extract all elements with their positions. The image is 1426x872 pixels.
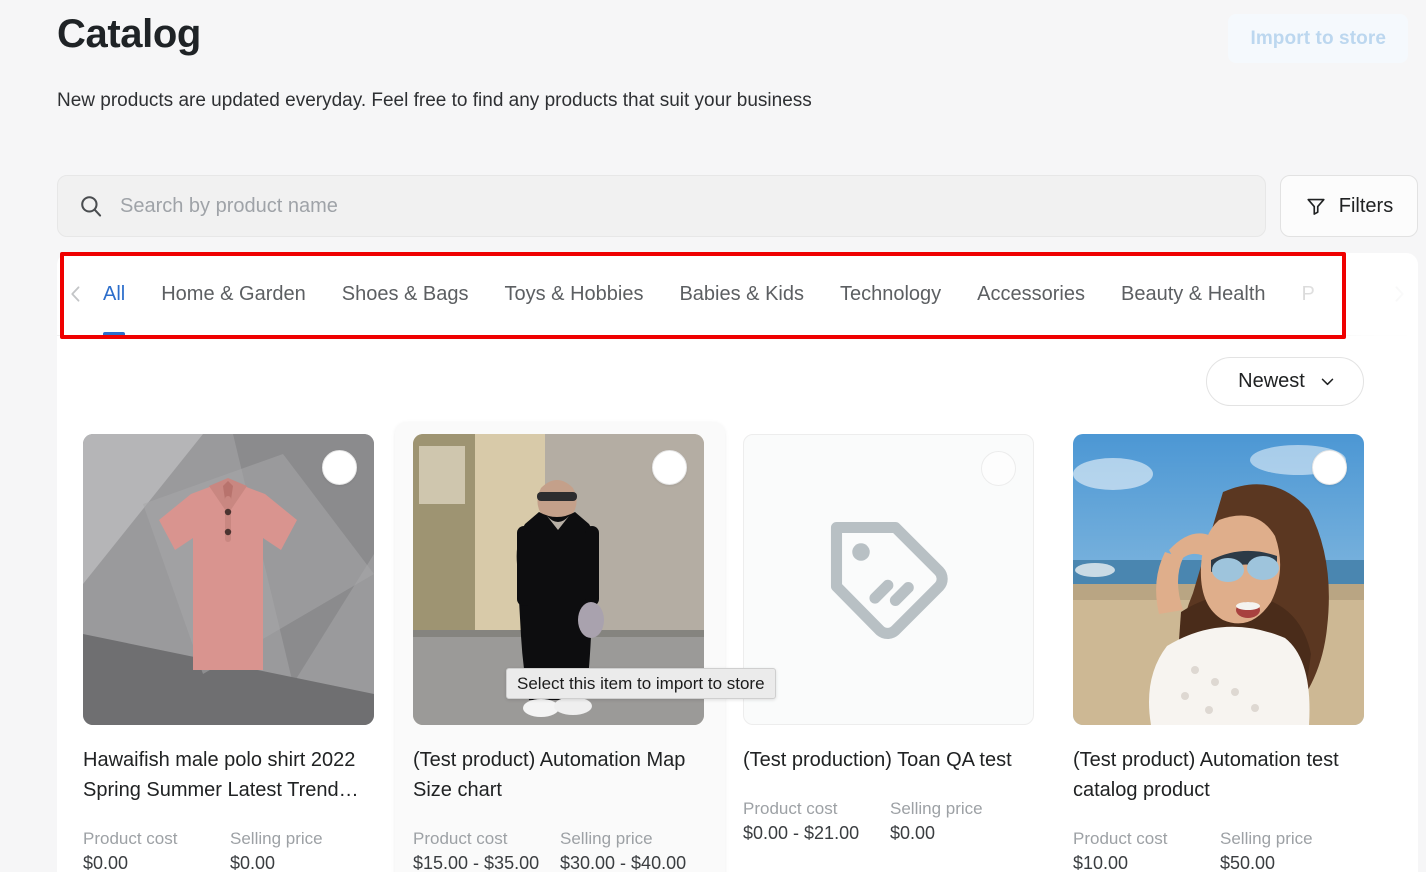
product-card[interactable]: (Test product) Automation test catalog p… [1055, 422, 1385, 872]
selling-price-column: Selling price$50.00 [1220, 827, 1367, 872]
product-cost-value: $0.00 - $21.00 [743, 821, 890, 846]
selling-price-value: $50.00 [1220, 851, 1367, 872]
filters-button[interactable]: Filters [1280, 175, 1418, 237]
product-card[interactable]: Hawaifish male polo shirt 2022 Spring Su… [65, 422, 395, 872]
product-title: (Test production) Toan QA test [743, 745, 1037, 775]
product-select-checkbox[interactable] [652, 450, 687, 485]
selling-price-value: $30.00 - $40.00 [560, 851, 707, 872]
chevron-right-icon [1389, 284, 1409, 304]
product-cost-label: Product cost [413, 827, 560, 851]
product-cost-column: Product cost$15.00 - $35.00 [413, 827, 560, 872]
selling-price-column: Selling price$0.00 [890, 797, 1037, 846]
product-cost-label: Product cost [743, 797, 890, 821]
product-card[interactable]: (Test production) Toan QA test Product co… [725, 422, 1055, 872]
selling-price-value: $0.00 [890, 821, 1037, 846]
selling-price-label: Selling price [1220, 827, 1367, 851]
filter-icon [1305, 195, 1327, 217]
import-to-store-button[interactable]: Import to store [1228, 14, 1408, 63]
sort-label: Newest [1238, 370, 1305, 393]
tab-accessories[interactable]: Accessories [959, 253, 1103, 336]
tab-all[interactable]: All [89, 253, 143, 336]
catalog-page: Catalog Import to store New products are… [0, 0, 1426, 872]
tab-toys-hobbies[interactable]: Toys & Hobbies [487, 253, 662, 336]
product-prices: Product cost$0.00Selling price$0.00 [83, 827, 377, 872]
search-box[interactable] [57, 175, 1266, 237]
tab-shoes-bags[interactable]: Shoes & Bags [324, 253, 487, 336]
product-select-checkbox[interactable] [322, 450, 357, 485]
product-select-checkbox[interactable] [981, 451, 1016, 486]
product-prices: Product cost$10.00Selling price$50.00 [1073, 827, 1367, 872]
selling-price-column: Selling price$30.00 - $40.00 [560, 827, 707, 872]
chevron-left-icon [66, 284, 86, 304]
tabs-scroller[interactable]: AllHome & GardenShoes & BagsToys & Hobbi… [89, 253, 1386, 336]
search-icon [78, 193, 104, 219]
catalog-panel: AllHome & GardenShoes & BagsToys & Hobbi… [57, 253, 1418, 872]
tab-home-garden[interactable]: Home & Garden [143, 253, 324, 336]
product-title: (Test product) Automation test catalog p… [1073, 745, 1367, 805]
product-thumbnail[interactable] [743, 434, 1034, 725]
placeholder-tag-icon [819, 510, 959, 650]
product-title: (Test product) Automation Map Size chart [413, 745, 707, 805]
product-thumbnail[interactable] [83, 434, 374, 725]
tab-babies-kids[interactable]: Babies & Kids [661, 253, 822, 336]
tabs-scroll-left-button[interactable] [63, 253, 89, 336]
selling-price-value: $0.00 [230, 851, 377, 872]
search-input[interactable] [120, 176, 1245, 236]
product-cost-label: Product cost [83, 827, 230, 851]
product-cost-value: $10.00 [1073, 851, 1220, 872]
product-card[interactable]: (Test product) Automation Map Size chart… [395, 422, 725, 872]
product-grid: Hawaifish male polo shirt 2022 Spring Su… [57, 406, 1418, 872]
selling-price-label: Selling price [560, 827, 707, 851]
page-title: Catalog [57, 4, 201, 64]
product-cost-column: Product cost$0.00 [83, 827, 230, 872]
sort-dropdown-button[interactable]: Newest [1206, 357, 1364, 406]
tab-beauty-health[interactable]: Beauty & Health [1103, 253, 1284, 336]
filters-label: Filters [1339, 195, 1393, 218]
tab-technology[interactable]: Technology [822, 253, 959, 336]
product-prices: Product cost$0.00 - $21.00Selling price$… [743, 797, 1037, 846]
search-row: Filters [57, 175, 1418, 237]
product-select-checkbox[interactable] [1312, 450, 1347, 485]
selling-price-label: Selling price [230, 827, 377, 851]
page-header: Catalog Import to store [0, 0, 1426, 64]
product-thumbnail[interactable] [1073, 434, 1364, 725]
sort-row: Newest [57, 336, 1418, 406]
page-subtitle: New products are updated everyday. Feel … [57, 87, 812, 115]
product-cost-value: $0.00 [83, 851, 230, 872]
product-cost-column: Product cost$10.00 [1073, 827, 1220, 872]
product-prices: Product cost$15.00 - $35.00Selling price… [413, 827, 707, 872]
product-title: Hawaifish male polo shirt 2022 Spring Su… [83, 745, 377, 805]
selling-price-column: Selling price$0.00 [230, 827, 377, 872]
category-tabs: AllHome & GardenShoes & BagsToys & Hobbi… [57, 253, 1418, 336]
tab-p[interactable]: P [1284, 253, 1333, 336]
tabs-scroll-right-button[interactable] [1386, 253, 1412, 336]
import-tooltip: Select this item to import to store [506, 668, 776, 699]
product-cost-column: Product cost$0.00 - $21.00 [743, 797, 890, 846]
selling-price-label: Selling price [890, 797, 1037, 821]
product-cost-label: Product cost [1073, 827, 1220, 851]
chevron-down-icon [1319, 373, 1336, 390]
product-cost-value: $15.00 - $35.00 [413, 851, 560, 872]
